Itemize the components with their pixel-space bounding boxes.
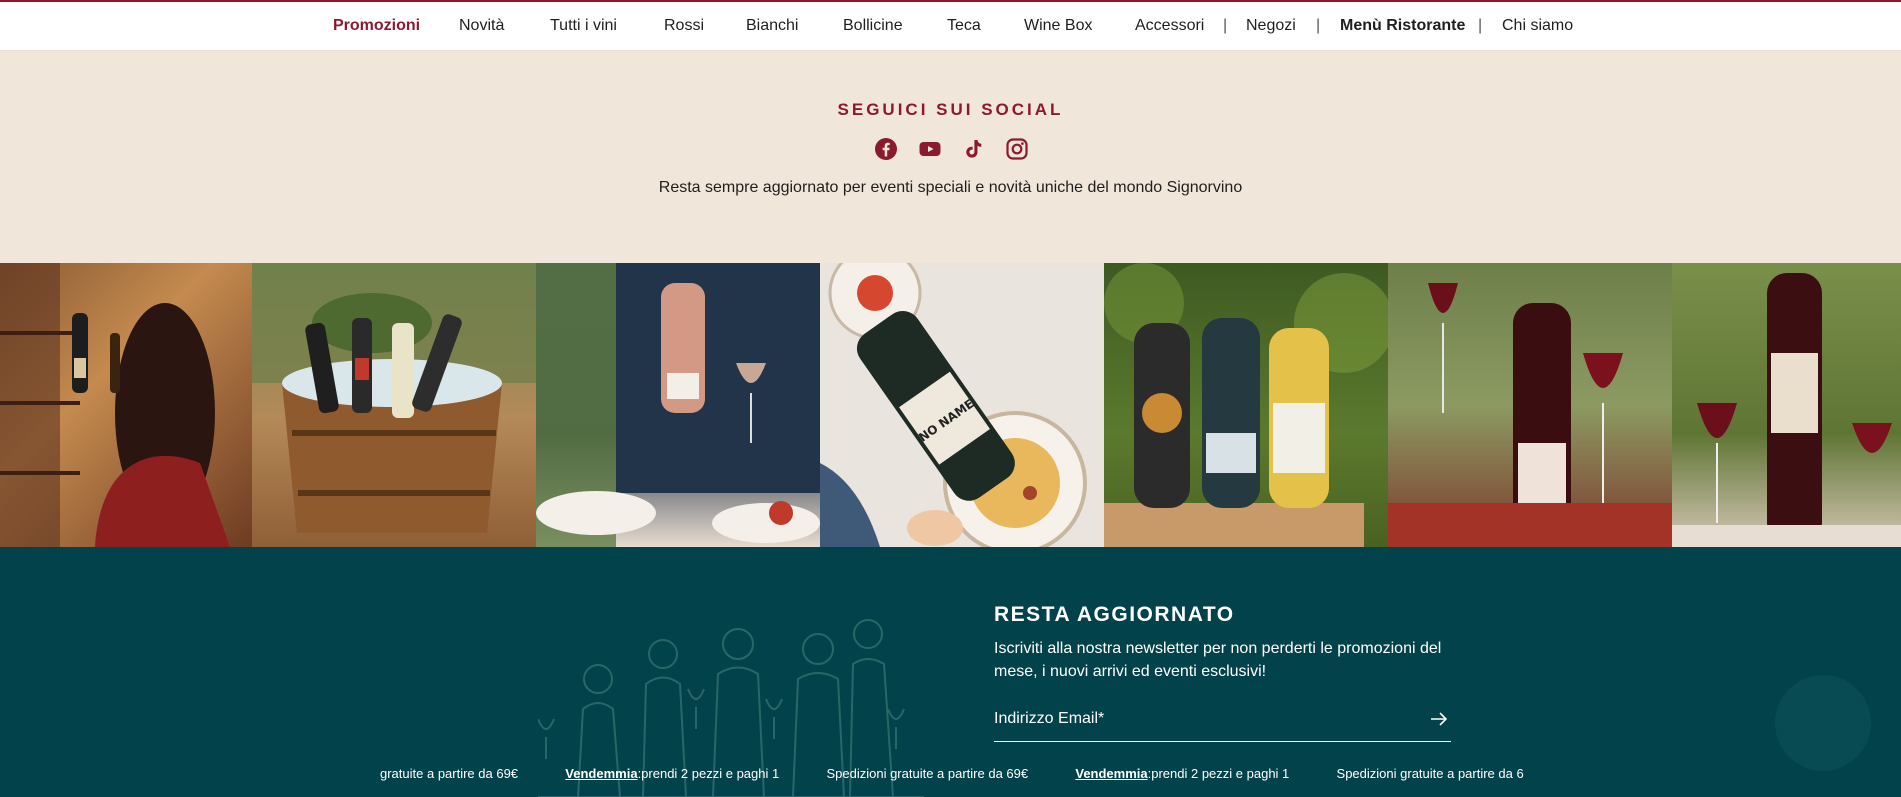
nav-item-wine-box[interactable]: Wine Box xyxy=(1024,17,1092,35)
youtube-icon[interactable] xyxy=(918,137,942,161)
ticker-item: Spedizioni gratuite a partire da 69€ xyxy=(826,766,1029,781)
arrow-right-icon[interactable] xyxy=(1429,709,1449,729)
photo-three-bottles[interactable] xyxy=(1104,263,1388,547)
social-section: SEGUICI SUI SOCIAL Resta sempre aggiorna… xyxy=(0,51,1901,263)
instagram-photo-strip: NO NAME xyxy=(0,263,1901,547)
nav-item-accessori[interactable]: Accessori xyxy=(1135,17,1204,35)
nav-item-novita[interactable]: Novità xyxy=(459,17,504,35)
newsletter-text: Iscriviti alla nostra newsletter per non… xyxy=(994,640,1442,680)
nav-separator: | xyxy=(1223,17,1228,34)
social-title: SEGUICI SUI SOCIAL xyxy=(837,100,1064,119)
nav-item-rossi[interactable]: Rossi xyxy=(664,17,704,35)
nav-item-menu-ristorante[interactable]: Menù Ristorante xyxy=(1340,17,1465,35)
nav-item-promozioni[interactable]: Promozioni xyxy=(333,17,420,35)
photo-wine-table[interactable] xyxy=(1672,263,1901,547)
nav-item-negozi[interactable]: Negozi xyxy=(1246,17,1296,35)
email-field-label: Indirizzo Email* xyxy=(994,710,1105,727)
nav-item-teca[interactable]: Teca xyxy=(947,17,981,35)
nav-item-tutti-i-vini[interactable]: Tutti i vini xyxy=(550,17,617,35)
ticker-item: gratuite a partire da 69€ xyxy=(380,766,519,781)
social-icons xyxy=(871,137,1031,165)
photo-wine-shelf[interactable] xyxy=(0,263,252,547)
nav-separator: | xyxy=(1478,17,1483,34)
instagram-icon[interactable] xyxy=(1005,137,1029,161)
newsletter-section: RESTA AGGIORNATO Iscriviti alla nostra n… xyxy=(0,547,1901,797)
promo-ticker: gratuite a partire da 69€ Vendemmia:pren… xyxy=(380,766,1525,788)
photo-ice-bucket[interactable] xyxy=(252,263,536,547)
top-navigation: Promozioni Novità Tutti i vini Rossi Bia… xyxy=(0,0,1901,51)
tiktok-icon[interactable] xyxy=(961,137,985,161)
newsletter-title: RESTA AGGIORNATO xyxy=(994,603,1235,626)
nav-item-chi-siamo[interactable]: Chi siamo xyxy=(1502,17,1573,35)
email-field[interactable]: Indirizzo Email* xyxy=(994,710,1451,742)
photo-bottle-pasta[interactable]: NO NAME xyxy=(820,263,1104,547)
nav-item-bianchi[interactable]: Bianchi xyxy=(746,17,798,35)
facebook-icon[interactable] xyxy=(874,137,898,161)
photo-red-wine[interactable] xyxy=(1388,263,1672,547)
social-subtitle: Resta sempre aggiornato per eventi speci… xyxy=(658,179,1243,196)
nav-separator: | xyxy=(1316,17,1321,34)
ticker-item[interactable]: Vendemmia:prendi 2 pezzi e paghi 1 xyxy=(1075,766,1289,781)
nav-item-bollicine[interactable]: Bollicine xyxy=(843,17,903,35)
chat-widget-button[interactable] xyxy=(1775,675,1871,771)
ticker-item[interactable]: Vendemmia:prendi 2 pezzi e paghi 1 xyxy=(565,766,779,781)
ticker-item: Spedizioni gratuite a partire da 6 xyxy=(1336,766,1524,781)
photo-rose-pour[interactable] xyxy=(536,263,820,547)
